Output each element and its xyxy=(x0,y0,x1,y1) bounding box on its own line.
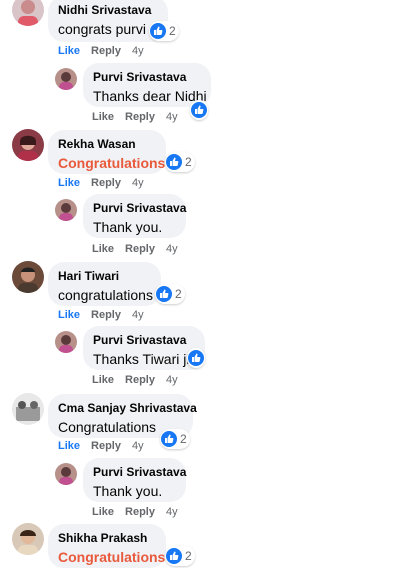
timestamp[interactable]: 4y xyxy=(132,440,144,452)
comment-text: congratulations xyxy=(58,287,153,303)
comment-author[interactable]: Cma Sanjay Shrivastava xyxy=(58,400,197,416)
avatar-sanjay[interactable] xyxy=(12,393,44,425)
reaction-badge[interactable]: 2 xyxy=(165,546,195,566)
reply-author[interactable]: Purvi Srivastava xyxy=(93,69,201,85)
reaction-badge[interactable] xyxy=(187,348,205,368)
avatar-purvi[interactable] xyxy=(55,331,77,353)
avatar-purvi[interactable] xyxy=(55,199,77,221)
reply-bubble: Purvi Srivastava Thank you. xyxy=(83,194,186,238)
comment-author[interactable]: Shikha Prakash xyxy=(58,530,156,546)
reply-actions: Like Reply 4y xyxy=(92,110,189,124)
comment-author[interactable]: Hari Tiwari xyxy=(58,268,151,284)
reply-actions: Like Reply 4y xyxy=(92,373,189,387)
thumbs-up-icon xyxy=(166,548,182,564)
like-link[interactable]: Like xyxy=(58,309,80,321)
comment-actions: Like Reply 4y xyxy=(58,308,155,322)
comment-bubble: Shikha Prakash Congratulations xyxy=(48,524,166,568)
avatar-shikha[interactable] xyxy=(12,523,44,555)
reply-text: Thank you. xyxy=(93,219,163,235)
reply-link[interactable]: Reply xyxy=(125,506,155,518)
reply-link[interactable]: Reply xyxy=(91,177,121,189)
avatar-purvi[interactable] xyxy=(55,463,77,485)
reply-link[interactable]: Reply xyxy=(125,111,155,123)
comment-text: congrats purvi xyxy=(58,21,146,37)
timestamp[interactable]: 4y xyxy=(132,177,144,189)
reply-link[interactable]: Reply xyxy=(125,374,155,386)
comment-author[interactable]: Rekha Wasan xyxy=(58,136,156,152)
like-link[interactable]: Like xyxy=(58,45,80,57)
reaction-badge[interactable] xyxy=(190,100,208,120)
comment-actions: Like Reply 4y xyxy=(58,439,155,453)
reaction-badge[interactable]: 2 xyxy=(149,21,179,41)
reaction-count: 2 xyxy=(175,287,182,301)
like-link[interactable]: Like xyxy=(92,506,114,518)
reply-text: Thanks Tiwari ji xyxy=(93,351,190,367)
reaction-count: 2 xyxy=(185,549,192,563)
comment-text: Congratulations xyxy=(58,549,166,565)
reply-text: Thanks dear Nidhi xyxy=(93,88,207,104)
like-link[interactable]: Like xyxy=(58,177,80,189)
timestamp[interactable]: 4y xyxy=(166,111,178,123)
thumbs-up-icon xyxy=(191,102,207,118)
thumbs-up-icon xyxy=(156,286,172,302)
reply-bubble: Purvi Srivastava Thanks Tiwari ji xyxy=(83,326,205,370)
avatar-rekha[interactable] xyxy=(12,129,44,161)
comment-author[interactable]: Nidhi Srivastava xyxy=(58,2,158,18)
reaction-count: 2 xyxy=(180,432,187,446)
reaction-badge[interactable]: 2 xyxy=(155,284,185,304)
timestamp[interactable]: 4y xyxy=(166,374,178,386)
timestamp[interactable]: 4y xyxy=(132,309,144,321)
thumbs-up-icon xyxy=(150,23,166,39)
comment-actions: Like Reply 4y xyxy=(58,44,155,58)
avatar-hari[interactable] xyxy=(12,261,44,293)
reply-link[interactable]: Reply xyxy=(91,440,121,452)
reply-bubble: Purvi Srivastava Thank you. xyxy=(83,458,186,502)
reaction-count: 2 xyxy=(169,24,176,38)
reply-author[interactable]: Purvi Srivastava xyxy=(93,332,195,348)
avatar-purvi[interactable] xyxy=(55,68,77,90)
like-link[interactable]: Like xyxy=(92,111,114,123)
thumbs-up-icon xyxy=(166,154,182,170)
reaction-badge[interactable]: 2 xyxy=(160,429,190,449)
reply-actions: Like Reply 4y xyxy=(92,505,189,519)
timestamp[interactable]: 4y xyxy=(166,243,178,255)
timestamp[interactable]: 4y xyxy=(132,45,144,57)
comment-bubble: Hari Tiwari congratulations xyxy=(48,262,161,306)
reply-actions: Like Reply 4y xyxy=(92,242,189,256)
thumbs-up-icon xyxy=(188,350,204,366)
like-link[interactable]: Like xyxy=(92,374,114,386)
reply-author[interactable]: Purvi Srivastava xyxy=(93,200,186,216)
comment-bubble: Rekha Wasan Congratulations xyxy=(48,130,166,174)
avatar-nidhi[interactable] xyxy=(12,0,44,26)
like-link[interactable]: Like xyxy=(92,243,114,255)
comment-actions: Like Reply 4y xyxy=(58,176,155,190)
reply-link[interactable]: Reply xyxy=(91,45,121,57)
reply-author[interactable]: Purvi Srivastava xyxy=(93,464,186,480)
reply-link[interactable]: Reply xyxy=(125,243,155,255)
thumbs-up-icon xyxy=(161,431,177,447)
timestamp[interactable]: 4y xyxy=(166,506,178,518)
reaction-badge[interactable]: 2 xyxy=(165,152,195,172)
reaction-count: 2 xyxy=(185,155,192,169)
reply-link[interactable]: Reply xyxy=(91,309,121,321)
reply-text: Thank you. xyxy=(93,483,163,499)
reply-bubble: Purvi Srivastava Thanks dear Nidhi xyxy=(83,63,211,107)
like-link[interactable]: Like xyxy=(58,440,80,452)
comment-text: Congratulations xyxy=(58,155,166,171)
